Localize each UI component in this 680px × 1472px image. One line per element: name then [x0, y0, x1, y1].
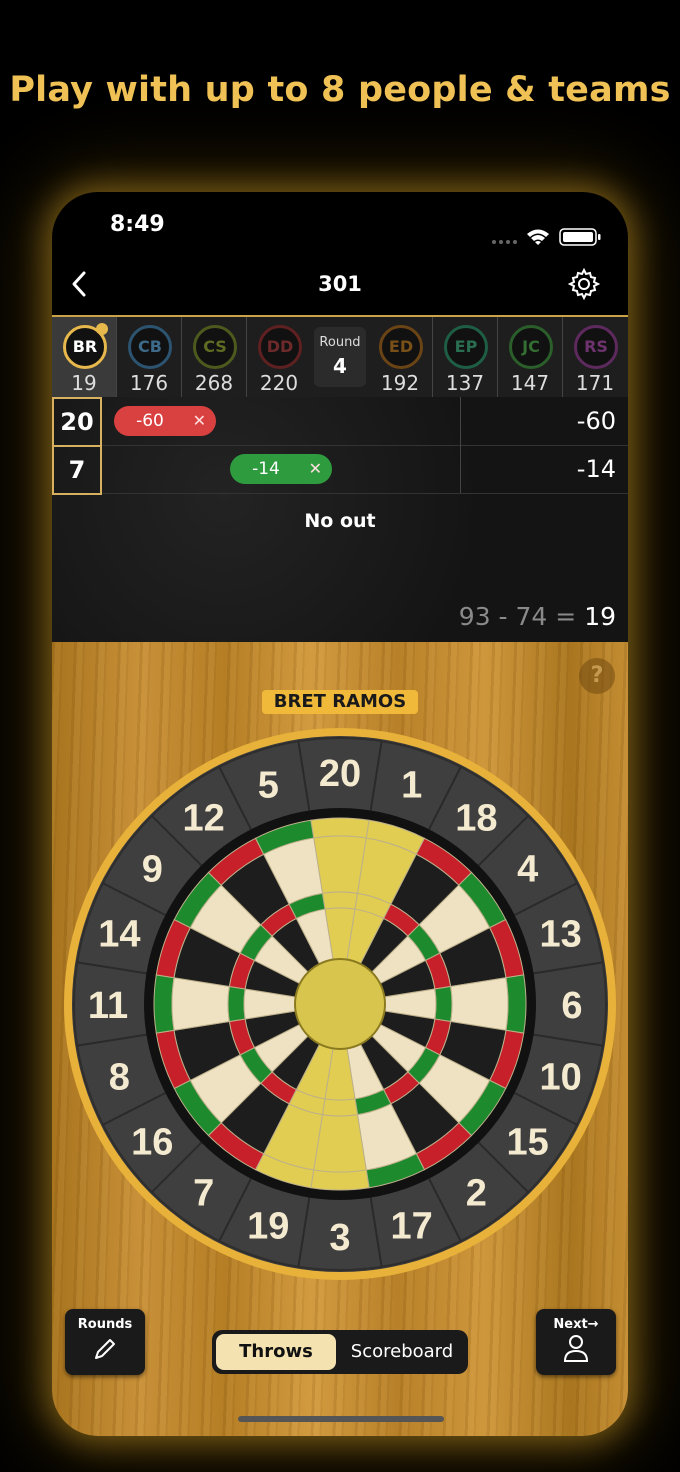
dart-number-label[interactable]: 8 [109, 1057, 130, 1099]
dart-number-label[interactable]: 3 [329, 1217, 350, 1259]
bullseye[interactable] [294, 958, 386, 1050]
player-badge-icon [96, 323, 108, 335]
player-score: 147 [510, 371, 550, 395]
player-score: 19 [71, 371, 97, 395]
player-score: 268 [194, 371, 234, 395]
dart-number-label[interactable]: 17 [391, 1206, 433, 1248]
throw-total: -14 [576, 455, 616, 483]
dart-number-label[interactable]: 11 [88, 985, 128, 1027]
player-score: 176 [129, 371, 169, 395]
nav-bar: 301 [52, 254, 628, 314]
game-title: 301 [318, 272, 362, 296]
current-player-name: BRET RAMOS [262, 690, 418, 714]
dart-number-label[interactable]: 1 [401, 764, 422, 806]
player-rs[interactable]: RS 171 [563, 317, 627, 399]
round-indicator: Round 4 [314, 327, 366, 387]
player-avatar: CB [128, 325, 172, 369]
player-jc[interactable]: JC 147 [498, 317, 562, 399]
phone-frame: 8:49 301 BR 19 CB 176 CS 268 DD 220 Roun… [52, 192, 628, 1436]
player-avatar: JC [509, 325, 553, 369]
headline: Play with up to 8 people & teams [9, 70, 671, 110]
player-score: 137 [445, 371, 485, 395]
player-cs[interactable]: CS 268 [182, 317, 246, 399]
status-icons [492, 228, 601, 246]
player-avatar: CS [193, 325, 237, 369]
status-time: 8:49 [110, 212, 165, 237]
next-label: Next→ [553, 1317, 599, 1332]
checkout-hint: No out [304, 510, 376, 532]
dart-number-label[interactable]: 6 [561, 985, 582, 1027]
dart-number-label[interactable]: 2 [466, 1173, 487, 1215]
player-score: 171 [575, 371, 615, 395]
calc-expression: 93 - 74 = [458, 602, 585, 631]
tab-scoreboard[interactable]: Scoreboard [342, 1334, 462, 1370]
player-avatar: ED [379, 325, 423, 369]
dart-number-label[interactable]: 18 [455, 797, 497, 839]
player-strip: BR 19 CB 176 CS 268 DD 220 Round 4 ED 19… [52, 315, 628, 399]
player-ed[interactable]: ED 192 [368, 317, 432, 399]
dart-number-label[interactable]: 10 [540, 1057, 582, 1099]
throw-row: 20 -60 ✕ -60 [52, 397, 628, 447]
round-value: 4 [333, 354, 347, 378]
dart-number-label[interactable]: 15 [507, 1121, 549, 1163]
dart-number-label[interactable]: 7 [193, 1173, 214, 1215]
dartboard[interactable]: 20 1 18 413 6 10 15 2 17 3 19 7 168 11 149 12 5 [62, 726, 618, 1282]
calc-result: 19 [584, 602, 616, 631]
player-avatar: DD [258, 325, 302, 369]
throw-number: 7 [52, 445, 102, 495]
settings-gear-icon[interactable] [568, 268, 600, 300]
dart-number-label[interactable]: 4 [517, 849, 538, 891]
player-avatar: EP [444, 325, 488, 369]
dart-number-label[interactable]: 12 [182, 797, 224, 839]
dart-number-label[interactable]: 13 [540, 913, 582, 955]
player-score: 192 [380, 371, 420, 395]
throw-pill[interactable]: -60 ✕ [114, 406, 216, 436]
player-cb[interactable]: CB 176 [117, 317, 181, 399]
home-indicator [238, 1416, 444, 1422]
dart-number-label[interactable]: 9 [142, 849, 163, 891]
score-calculation: 93 - 74 = 19 [459, 602, 616, 631]
player-br[interactable]: BR 19 [52, 317, 116, 399]
player-dd[interactable]: DD 220 [247, 317, 311, 399]
view-segmented-control: Throws Scoreboard [212, 1330, 468, 1374]
remove-throw-icon[interactable]: ✕ [193, 406, 206, 436]
player-avatar: RS [574, 325, 618, 369]
throw-number: 20 [52, 397, 102, 447]
throw-pill[interactable]: -14 ✕ [230, 454, 332, 484]
dart-number-label[interactable]: 20 [319, 753, 361, 795]
throw-pill-value: -14 [252, 459, 280, 479]
player-ep[interactable]: EP 137 [433, 317, 497, 399]
pencil-icon [95, 1339, 115, 1359]
wifi-icon [527, 229, 549, 245]
round-label: Round [319, 335, 361, 350]
tab-throws[interactable]: Throws [216, 1334, 336, 1370]
remove-throw-icon[interactable]: ✕ [309, 454, 322, 484]
help-button[interactable]: ? [579, 658, 615, 694]
dart-number-label[interactable]: 19 [247, 1206, 289, 1248]
throw-total: -60 [576, 407, 616, 435]
dart-number-label[interactable]: 5 [258, 764, 279, 806]
dart-number-label[interactable]: 14 [98, 913, 140, 955]
throw-pill-value: -60 [136, 411, 164, 431]
status-bar: 8:49 [52, 192, 628, 252]
throw-row: 7 -14 ✕ -14 [52, 445, 628, 495]
dart-number-label[interactable]: 16 [131, 1121, 173, 1163]
player-score: 220 [259, 371, 299, 395]
next-player-button[interactable]: Next→ [536, 1309, 616, 1375]
rounds-button[interactable]: Rounds [65, 1309, 145, 1375]
rounds-label: Rounds [77, 1317, 133, 1332]
person-icon [563, 1335, 589, 1362]
